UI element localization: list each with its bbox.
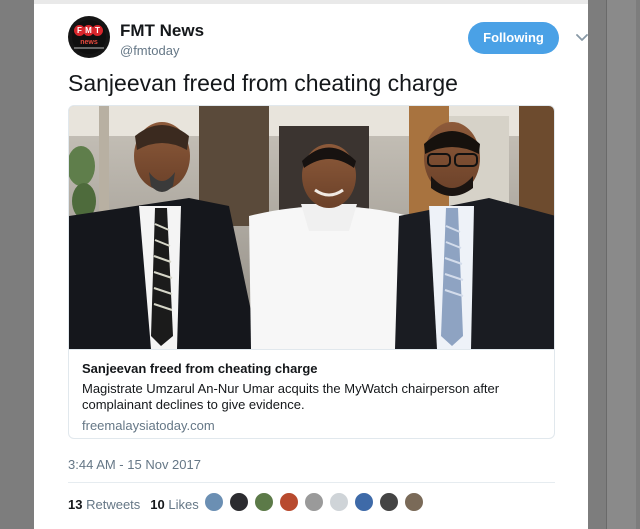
liker-avatar[interactable] xyxy=(229,492,249,512)
account-handle[interactable]: @fmtoday xyxy=(120,43,179,58)
link-card-title[interactable]: Sanjeevan freed from cheating charge xyxy=(82,361,318,376)
link-card-image xyxy=(69,106,554,349)
tweet-text: Sanjeevan freed from cheating charge xyxy=(68,70,458,96)
window-scrollbar[interactable] xyxy=(606,0,636,529)
liker-avatar[interactable] xyxy=(329,492,349,512)
retweets-count[interactable]: 13 xyxy=(68,497,82,512)
avatar-tagline xyxy=(74,47,104,49)
tweet-card: F M T news FMT News @fmtoday Following S… xyxy=(34,4,588,529)
link-card-domain: freemalaysiatoday.com xyxy=(82,418,215,433)
liker-avatar[interactable] xyxy=(304,492,324,512)
likes-count[interactable]: 10 xyxy=(150,497,164,512)
backdrop-left xyxy=(0,0,34,529)
tweet-timestamp[interactable]: 3:44 AM - 15 Nov 2017 xyxy=(68,457,201,472)
liker-avatar[interactable] xyxy=(354,492,374,512)
retweets-label[interactable]: Retweets xyxy=(86,497,140,512)
liker-avatar[interactable] xyxy=(379,492,399,512)
link-card-body[interactable]: Sanjeevan freed from cheating charge Mag… xyxy=(69,349,554,438)
stats-divider xyxy=(68,482,555,483)
account-name[interactable]: FMT News xyxy=(120,21,204,41)
liker-avatar[interactable] xyxy=(404,492,424,512)
liker-avatar[interactable] xyxy=(279,492,299,512)
likes-label[interactable]: Likes xyxy=(168,497,198,512)
chevron-down-icon[interactable] xyxy=(576,34,588,42)
following-button[interactable]: Following xyxy=(468,22,559,54)
avatar-sub-label: news xyxy=(80,39,98,46)
avatar-letter-t: T xyxy=(92,25,103,36)
avatar[interactable]: F M T news xyxy=(68,16,110,58)
tweet-stats: 13 Retweets 10 Likes xyxy=(68,497,199,512)
link-card[interactable]: Sanjeevan freed from cheating charge Mag… xyxy=(68,105,555,439)
link-card-description: Magistrate Umzarul An-Nur Umar acquits t… xyxy=(82,381,500,412)
tweet-header: F M T news FMT News @fmtoday Following xyxy=(68,16,588,66)
liker-avatar[interactable] xyxy=(204,492,224,512)
liker-avatar[interactable] xyxy=(254,492,274,512)
